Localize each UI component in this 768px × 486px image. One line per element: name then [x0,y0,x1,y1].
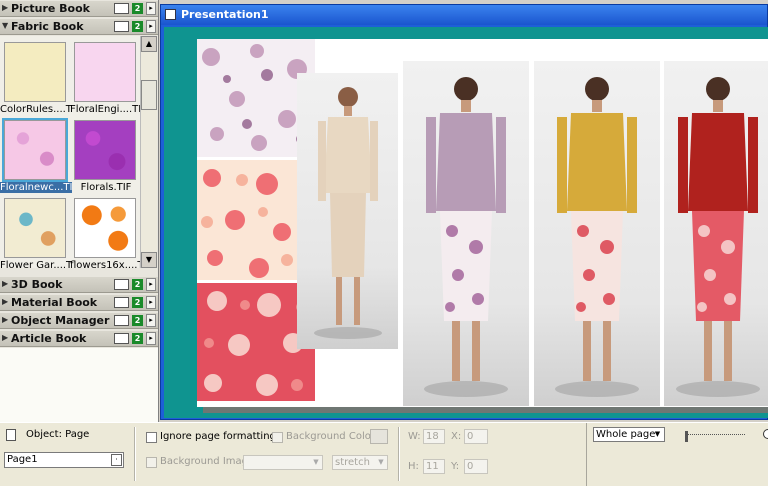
collapse-right-icon[interactable]: ▶ [2,297,8,306]
scroll-down-button[interactable]: ▼ [141,252,157,268]
panel-empty-area [0,348,158,422]
menu-arrow-icon[interactable]: ▸ [146,296,156,309]
presentation-page[interactable] [197,39,768,407]
book-title: Fabric Book [11,20,84,33]
dropdown-arrow-icon: ▼ [378,458,384,466]
refresh-icon[interactable]: 2 [132,279,143,290]
fabric-thumbnail-grid: ColorRules....TIFFloralEngi....TIF Floral… [0,36,140,268]
book-title: Picture Book [11,2,90,15]
y-label: Y: [451,461,460,472]
fabric-thumbnail-image[interactable] [4,42,66,102]
refresh-icon[interactable]: 2 [132,333,143,344]
model-photo-mustard[interactable] [534,61,660,406]
document-title: Presentation1 [181,8,269,21]
collapse-right-icon[interactable]: ▶ [2,315,8,324]
menu-arrow-icon[interactable]: ▸ [146,332,156,345]
properties-bar: Object: Page Page1 · Ignore page formatt… [0,422,768,486]
page-name-value: Page1 [7,454,38,465]
fabric-thumbnail-caption: Flower Gar....TIF [0,260,72,268]
fabric-thumbnail-caption: ColorRules....TIF [0,104,72,115]
book-title: Material Book [11,296,98,309]
background-image-checkbox[interactable] [146,457,157,468]
zoom-slider-track[interactable] [685,434,745,436]
document-titlebar[interactable]: Presentation1 [161,5,767,25]
object-type-label: Object: Page [26,429,90,440]
page-menu-button[interactable]: · [111,454,122,466]
material-icon[interactable] [114,297,129,308]
fabric-swatch-peach[interactable] [197,160,297,280]
ignore-formatting-label: Ignore page formatting [160,431,276,442]
scroll-up-button[interactable]: ▲ [141,36,157,52]
zoom-radio[interactable] [763,429,768,439]
fabric-thumbnail-image[interactable] [74,198,136,258]
thumbnail-scrollbar[interactable]: ▲ ▼ [140,36,157,268]
page-name-field[interactable]: Page1 · [4,452,124,468]
book-header-fabric-book[interactable]: ▼ Fabric Book 2 ▸ [0,19,158,35]
canvas-area[interactable] [164,27,768,418]
collapse-right-icon[interactable]: ▶ [2,333,8,342]
zoom-slider-thumb[interactable] [685,431,688,442]
3d-icon[interactable] [114,279,129,290]
y-field[interactable]: 0 [464,459,488,474]
scroll-thumb[interactable] [141,80,157,110]
fabric-thumbnail-image[interactable] [74,120,136,180]
background-color-swatch[interactable] [370,429,388,444]
model-photo-lilac[interactable] [403,61,529,406]
fabric-thumbnail-image[interactable] [2,118,68,182]
zoom-select[interactable]: Whole page ▼ [593,427,665,442]
page-icon [6,429,16,441]
background-image-select[interactable]: ▼ [243,455,323,470]
object-icon[interactable] [114,315,129,326]
menu-arrow-icon[interactable]: ▸ [146,2,156,15]
book-header-object-manager[interactable]: ▶ Object Manager 2 ▸ [0,313,158,329]
height-field[interactable]: 11 [423,459,445,474]
zoom-value: Whole page [596,429,656,440]
fabric-thumbnail-caption: FloralEngi....TIF [70,104,140,115]
model-photo-red[interactable] [664,61,768,406]
document-window: Presentation1 [160,4,768,420]
document-icon [165,9,176,20]
model-photo-beige[interactable] [297,73,398,349]
book-header-3d-book[interactable]: ▶ 3D Book 2 ▸ [0,277,158,293]
book-header-article-book[interactable]: ▶ Article Book 2 ▸ [0,331,158,347]
book-header-material-book[interactable]: ▶ Material Book 2 ▸ [0,295,158,311]
width-field[interactable]: 18 [423,429,445,444]
book-title: Object Manager [11,314,110,327]
stretch-select[interactable]: stretch ▼ [332,455,388,470]
dropdown-arrow-icon: ▼ [654,430,661,438]
fabric-thumbnail-image[interactable] [74,42,136,102]
refresh-icon[interactable]: 2 [132,315,143,326]
dropdown-arrow-icon: ▼ [313,458,319,466]
background-color-checkbox[interactable] [272,432,283,443]
book-title: Article Book [11,332,87,345]
book-title: 3D Book [11,278,63,291]
expand-down-icon[interactable]: ▼ [2,21,8,30]
article-icon[interactable] [114,333,129,344]
height-label: H: [408,461,419,472]
fabric-thumbnail-image[interactable] [4,198,66,258]
books-panel: ▶ Picture Book 2 ▸ ▼ Fabric Book 2 ▸ ColorRules… [0,0,159,422]
background-color-label: Background Color: [286,431,379,442]
fabric-thumbnail-caption: flowers16x....TIF [70,260,140,268]
collapse-right-icon[interactable]: ▶ [2,3,8,12]
menu-arrow-icon[interactable]: ▸ [146,314,156,327]
refresh-icon[interactable]: 2 [132,21,143,32]
picture-icon[interactable] [114,3,129,14]
fabric-icon[interactable] [114,21,129,32]
stretch-value: stretch [335,457,370,468]
book-header-picture-book[interactable]: ▶ Picture Book 2 ▸ [0,1,158,17]
x-label: X: [451,431,462,442]
zoom-panel: Whole page ▼ [586,423,768,486]
fabric-thumbnail-caption: Floralnewc...TIF [0,182,72,193]
x-field[interactable]: 0 [464,429,488,444]
refresh-icon[interactable]: 2 [132,3,143,14]
collapse-right-icon[interactable]: ▶ [2,279,8,288]
fabric-thumbnail-caption: Florals.TIF [80,182,132,193]
width-label: W: [408,431,421,442]
menu-arrow-icon[interactable]: ▸ [146,278,156,291]
ignore-formatting-checkbox[interactable] [146,432,157,443]
menu-arrow-icon[interactable]: ▸ [146,20,156,33]
refresh-icon[interactable]: 2 [132,297,143,308]
